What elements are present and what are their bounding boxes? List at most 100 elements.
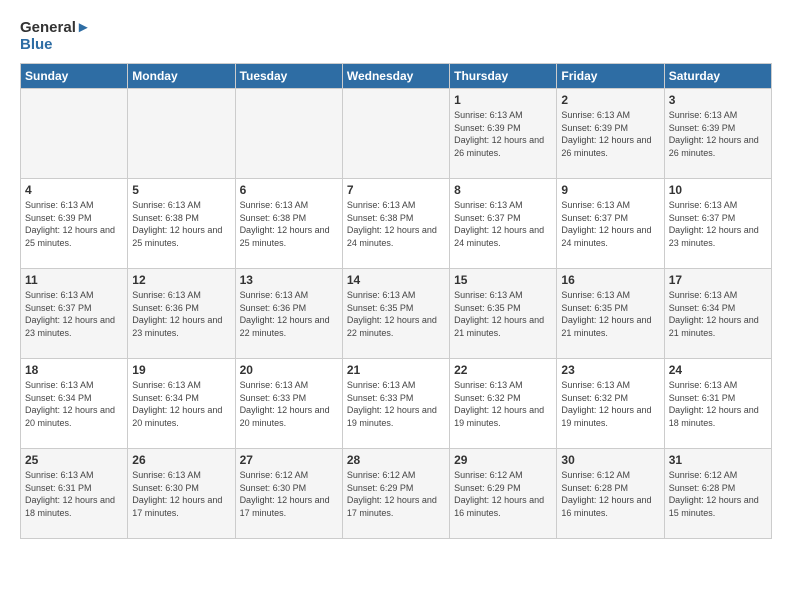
day-number: 3 <box>669 93 767 107</box>
cell-content: Sunrise: 6:13 AM Sunset: 6:32 PM Dayligh… <box>454 379 552 429</box>
cell-content: Sunrise: 6:12 AM Sunset: 6:30 PM Dayligh… <box>240 469 338 519</box>
cell-content: Sunrise: 6:13 AM Sunset: 6:38 PM Dayligh… <box>132 199 230 249</box>
cell-content: Sunrise: 6:13 AM Sunset: 6:38 PM Dayligh… <box>347 199 445 249</box>
calendar-cell: 11 Sunrise: 6:13 AM Sunset: 6:37 PM Dayli… <box>21 269 128 359</box>
cell-content: Sunrise: 6:13 AM Sunset: 6:35 PM Dayligh… <box>347 289 445 339</box>
calendar-cell: 17 Sunrise: 6:13 AM Sunset: 6:34 PM Dayli… <box>664 269 771 359</box>
calendar-week-row: 4 Sunrise: 6:13 AM Sunset: 6:39 PM Daylig… <box>21 179 772 269</box>
cell-content: Sunrise: 6:13 AM Sunset: 6:39 PM Dayligh… <box>454 109 552 159</box>
day-number: 15 <box>454 273 552 287</box>
weekday-header-monday: Monday <box>128 64 235 89</box>
cell-content: Sunrise: 6:13 AM Sunset: 6:37 PM Dayligh… <box>669 199 767 249</box>
day-number: 25 <box>25 453 123 467</box>
calendar-week-row: 1 Sunrise: 6:13 AM Sunset: 6:39 PM Daylig… <box>21 89 772 179</box>
calendar-cell: 6 Sunrise: 6:13 AM Sunset: 6:38 PM Daylig… <box>235 179 342 269</box>
day-number: 4 <box>25 183 123 197</box>
calendar-cell <box>128 89 235 179</box>
calendar-cell: 22 Sunrise: 6:13 AM Sunset: 6:32 PM Dayli… <box>450 359 557 449</box>
calendar-cell: 4 Sunrise: 6:13 AM Sunset: 6:39 PM Daylig… <box>21 179 128 269</box>
day-number: 17 <box>669 273 767 287</box>
day-number: 6 <box>240 183 338 197</box>
calendar-cell: 21 Sunrise: 6:13 AM Sunset: 6:33 PM Dayli… <box>342 359 449 449</box>
day-number: 18 <box>25 363 123 377</box>
cell-content: Sunrise: 6:13 AM Sunset: 6:32 PM Dayligh… <box>561 379 659 429</box>
calendar-cell: 13 Sunrise: 6:13 AM Sunset: 6:36 PM Dayli… <box>235 269 342 359</box>
cell-content: Sunrise: 6:13 AM Sunset: 6:38 PM Dayligh… <box>240 199 338 249</box>
day-number: 26 <box>132 453 230 467</box>
cell-content: Sunrise: 6:12 AM Sunset: 6:28 PM Dayligh… <box>561 469 659 519</box>
day-number: 30 <box>561 453 659 467</box>
cell-content: Sunrise: 6:13 AM Sunset: 6:37 PM Dayligh… <box>561 199 659 249</box>
calendar-cell: 16Sunrise: 6:13 AM Sunset: 6:35 PM Dayli… <box>557 269 664 359</box>
cell-content: Sunrise: 6:13 AM Sunset: 6:33 PM Dayligh… <box>347 379 445 429</box>
weekday-header-thursday: Thursday <box>450 64 557 89</box>
calendar-cell: 20 Sunrise: 6:13 AM Sunset: 6:33 PM Dayli… <box>235 359 342 449</box>
calendar-cell: 9 Sunrise: 6:13 AM Sunset: 6:37 PM Daylig… <box>557 179 664 269</box>
calendar-cell: 19 Sunrise: 6:13 AM Sunset: 6:34 PM Dayli… <box>128 359 235 449</box>
cell-content: Sunrise: 6:13 AM Sunset: 6:36 PM Dayligh… <box>132 289 230 339</box>
day-number: 2 <box>561 93 659 107</box>
calendar-cell: 24Sunrise: 6:13 AM Sunset: 6:31 PM Dayli… <box>664 359 771 449</box>
calendar-cell: 14 Sunrise: 6:13 AM Sunset: 6:35 PM Dayli… <box>342 269 449 359</box>
calendar-week-row: 11 Sunrise: 6:13 AM Sunset: 6:37 PM Dayli… <box>21 269 772 359</box>
calendar-cell: 15 Sunrise: 6:13 AM Sunset: 6:35 PM Dayli… <box>450 269 557 359</box>
day-number: 19 <box>132 363 230 377</box>
day-number: 27 <box>240 453 338 467</box>
cell-content: Sunrise: 6:13 AM Sunset: 6:35 PM Dayligh… <box>454 289 552 339</box>
day-number: 10 <box>669 183 767 197</box>
day-number: 7 <box>347 183 445 197</box>
weekday-header-saturday: Saturday <box>664 64 771 89</box>
day-number: 11 <box>25 273 123 287</box>
calendar-cell: 3 Sunrise: 6:13 AM Sunset: 6:39 PM Daylig… <box>664 89 771 179</box>
calendar-cell: 29 Sunrise: 6:12 AM Sunset: 6:29 PM Dayli… <box>450 449 557 539</box>
day-number: 1 <box>454 93 552 107</box>
calendar-cell <box>21 89 128 179</box>
calendar-cell: 30 Sunrise: 6:12 AM Sunset: 6:28 PM Dayli… <box>557 449 664 539</box>
cell-content: Sunrise: 6:12 AM Sunset: 6:28 PM Dayligh… <box>669 469 767 519</box>
calendar-cell: 26 Sunrise: 6:13 AM Sunset: 6:30 PM Dayli… <box>128 449 235 539</box>
cell-content: Sunrise: 6:12 AM Sunset: 6:29 PM Dayligh… <box>454 469 552 519</box>
day-number: 29 <box>454 453 552 467</box>
day-number: 24 <box>669 363 767 377</box>
weekday-header-row: SundayMondayTuesdayWednesdayThursdayFrid… <box>21 64 772 89</box>
day-number: 20 <box>240 363 338 377</box>
cell-content: Sunrise: 6:13 AM Sunset: 6:34 PM Dayligh… <box>132 379 230 429</box>
day-number: 22 <box>454 363 552 377</box>
day-number: 5 <box>132 183 230 197</box>
cell-content: Sunrise: 6:13 AM Sunset: 6:34 PM Dayligh… <box>669 289 767 339</box>
calendar-cell: 31Sunrise: 6:12 AM Sunset: 6:28 PM Dayli… <box>664 449 771 539</box>
calendar-cell: 28 Sunrise: 6:12 AM Sunset: 6:29 PM Dayli… <box>342 449 449 539</box>
cell-content: Sunrise: 6:13 AM Sunset: 6:37 PM Dayligh… <box>454 199 552 249</box>
day-number: 13 <box>240 273 338 287</box>
cell-content: Sunrise: 6:13 AM Sunset: 6:30 PM Dayligh… <box>132 469 230 519</box>
calendar-cell <box>342 89 449 179</box>
weekday-header-tuesday: Tuesday <box>235 64 342 89</box>
cell-content: Sunrise: 6:13 AM Sunset: 6:37 PM Dayligh… <box>25 289 123 339</box>
calendar-cell: 5 Sunrise: 6:13 AM Sunset: 6:38 PM Daylig… <box>128 179 235 269</box>
logo-blue-text: Blue <box>20 37 91 54</box>
day-number: 28 <box>347 453 445 467</box>
day-number: 21 <box>347 363 445 377</box>
logo-general-text: General► <box>20 20 91 37</box>
cell-content: Sunrise: 6:13 AM Sunset: 6:36 PM Dayligh… <box>240 289 338 339</box>
day-number: 8 <box>454 183 552 197</box>
day-number: 14 <box>347 273 445 287</box>
calendar-cell: 2 Sunrise: 6:13 AM Sunset: 6:39 PM Daylig… <box>557 89 664 179</box>
cell-content: Sunrise: 6:13 AM Sunset: 6:39 PM Dayligh… <box>25 199 123 249</box>
cell-content: Sunrise: 6:13 AM Sunset: 6:39 PM Dayligh… <box>561 109 659 159</box>
day-number: 23 <box>561 363 659 377</box>
day-number: 9 <box>561 183 659 197</box>
cell-content: Sunrise: 6:13 AM Sunset: 6:33 PM Dayligh… <box>240 379 338 429</box>
cell-content: Sunrise: 6:12 AM Sunset: 6:29 PM Dayligh… <box>347 469 445 519</box>
cell-content: Sunrise: 6:13 AM Sunset: 6:35 PM Dayligh… <box>561 289 659 339</box>
calendar-cell: 27 Sunrise: 6:12 AM Sunset: 6:30 PM Dayli… <box>235 449 342 539</box>
weekday-header-sunday: Sunday <box>21 64 128 89</box>
weekday-header-wednesday: Wednesday <box>342 64 449 89</box>
logo: General► Blue <box>20 20 91 53</box>
calendar-week-row: 18 Sunrise: 6:13 AM Sunset: 6:34 PM Dayli… <box>21 359 772 449</box>
calendar-table: SundayMondayTuesdayWednesdayThursdayFrid… <box>20 63 772 539</box>
cell-content: Sunrise: 6:13 AM Sunset: 6:39 PM Dayligh… <box>669 109 767 159</box>
header: General► Blue <box>20 20 772 53</box>
calendar-cell: 10 Sunrise: 6:13 AM Sunset: 6:37 PM Dayli… <box>664 179 771 269</box>
cell-content: Sunrise: 6:13 AM Sunset: 6:31 PM Dayligh… <box>25 469 123 519</box>
